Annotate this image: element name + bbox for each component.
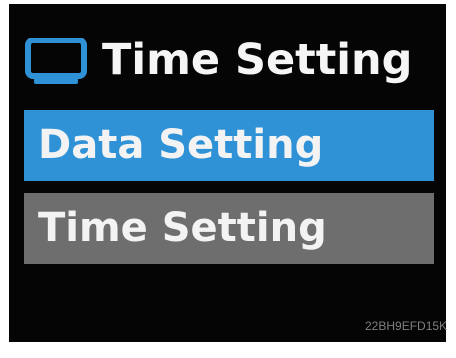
menu-item-time-setting[interactable]: Time Setting [24,193,434,264]
device-screen: Time Setting Data Setting Time Setting [9,4,446,342]
screen-header: Time Setting [9,4,446,104]
image-watermark: 22BH9EFD15K [365,319,448,333]
menu-item-data-setting[interactable]: Data Setting [24,110,434,181]
monitor-icon [25,38,87,84]
page-title: Time Setting [102,35,413,85]
